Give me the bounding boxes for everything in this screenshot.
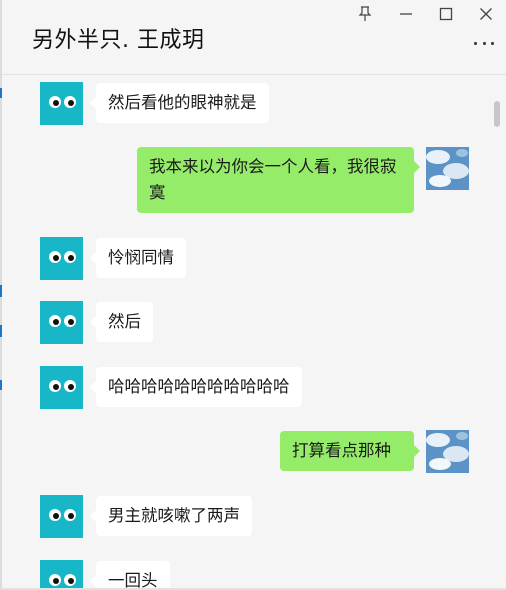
message-bubble[interactable]: 男主就咳嗽了两声 — [90, 496, 252, 536]
chat-header: 另外半只. 王成玥 — [2, 0, 506, 75]
pin-icon[interactable] — [354, 3, 376, 25]
message-bubble[interactable]: 哈哈哈哈哈哈哈哈哈哈哈 — [90, 367, 302, 407]
close-icon[interactable] — [475, 3, 497, 25]
message-bubble[interactable]: 然后 — [90, 302, 153, 342]
self-avatar[interactable] — [426, 430, 469, 473]
contact-avatar[interactable] — [40, 366, 83, 409]
message-row: 一回头 — [2, 560, 506, 590]
self-avatar[interactable] — [426, 147, 469, 190]
more-icon[interactable] — [474, 38, 494, 48]
contact-avatar[interactable] — [40, 560, 83, 590]
contact-avatar[interactable] — [40, 82, 83, 125]
message-row: 我本来以为你会一个人看，我很寂寞 — [2, 147, 506, 219]
message-row: 打算看点那种 — [2, 430, 506, 476]
message-bubble[interactable]: 我本来以为你会一个人看，我很寂寞 — [137, 147, 420, 213]
message-row: 怜悯同情 — [2, 237, 506, 283]
message-row: 然后 — [2, 301, 506, 347]
message-row: 哈哈哈哈哈哈哈哈哈哈哈 — [2, 366, 506, 412]
message-bubble[interactable]: 一回头 — [90, 561, 170, 590]
minimize-icon[interactable] — [395, 3, 417, 25]
scrollbar-thumb[interactable] — [494, 101, 500, 127]
message-row: 男主就咳嗽了两声 — [2, 495, 506, 541]
message-row: 然后看他的眼神就是 — [2, 82, 506, 128]
chat-title: 另外半只. 王成玥 — [32, 28, 205, 53]
message-bubble[interactable]: 怜悯同情 — [90, 238, 186, 278]
contact-avatar[interactable] — [40, 301, 83, 344]
message-list[interactable]: 然后看他的眼神就是 我本来以为你会一个人看，我很寂寞 怜悯同情 然后 哈哈哈哈哈… — [2, 75, 506, 590]
contact-avatar[interactable] — [40, 495, 83, 538]
message-bubble[interactable]: 打算看点那种 — [280, 431, 420, 471]
message-bubble[interactable]: 然后看他的眼神就是 — [90, 83, 269, 123]
maximize-icon[interactable] — [435, 3, 457, 25]
contact-avatar[interactable] — [40, 237, 83, 280]
